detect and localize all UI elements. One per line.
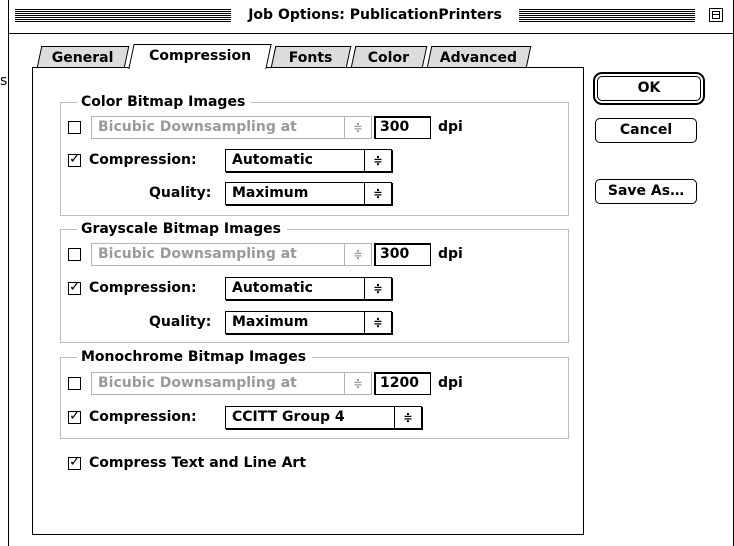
popup-arrows-icon: ≑ bbox=[364, 278, 391, 299]
popup-arrows-icon: ≑ bbox=[394, 407, 421, 428]
popup-arrows-icon: ≑ bbox=[364, 312, 391, 333]
popup-arrows-icon: ≑ bbox=[364, 183, 391, 204]
ok-button[interactable]: OK bbox=[597, 76, 701, 101]
grayscale-dpi-field[interactable]: 300 bbox=[374, 243, 431, 266]
grayscale-compression-value: Automatic bbox=[232, 280, 313, 296]
tab-color[interactable]: Color bbox=[350, 46, 428, 68]
zoom-box-icon[interactable] bbox=[709, 8, 723, 22]
cancel-button[interactable]: Cancel bbox=[595, 118, 697, 143]
tab-fonts[interactable]: Fonts bbox=[270, 46, 352, 68]
grayscale-compression-popup[interactable]: Automatic ≑ bbox=[225, 277, 392, 300]
grayscale-downsample-popup[interactable]: Bicubic Downsampling at ≑ bbox=[91, 243, 372, 266]
grayscale-compression-checkbox[interactable] bbox=[68, 279, 81, 295]
color-compression-popup[interactable]: Automatic ≑ bbox=[225, 149, 392, 172]
popup-arrows-icon: ≑ bbox=[364, 150, 391, 171]
grayscale-quality-popup[interactable]: Maximum ≑ bbox=[225, 311, 392, 334]
color-quality-popup[interactable]: Maximum ≑ bbox=[225, 182, 392, 205]
grayscale-group-title: Grayscale Bitmap Images bbox=[77, 220, 287, 238]
tab-advanced[interactable]: Advanced bbox=[426, 46, 532, 68]
mono-compression-value: CCITT Group 4 bbox=[232, 409, 345, 425]
mono-group-title: Monochrome Bitmap Images bbox=[77, 348, 313, 366]
tab-compression[interactable]: Compression bbox=[128, 44, 272, 69]
grayscale-dpi-unit: dpi bbox=[438, 246, 463, 262]
color-quality-value: Maximum bbox=[232, 185, 309, 201]
compress-text-checkbox[interactable] bbox=[68, 454, 81, 470]
mono-compression-checkbox[interactable] bbox=[68, 408, 81, 424]
mono-downsample-checkbox[interactable] bbox=[68, 377, 81, 390]
popup-arrows-icon: ≑ bbox=[344, 373, 371, 394]
color-dpi-unit: dpi bbox=[438, 119, 463, 135]
color-compression-label: Compression: bbox=[89, 152, 197, 168]
color-downsample-label: Bicubic Downsampling at bbox=[98, 119, 297, 135]
mono-downsample-label: Bicubic Downsampling at bbox=[98, 375, 297, 391]
grayscale-downsample-checkbox[interactable] bbox=[68, 248, 81, 261]
popup-arrows-icon: ≑ bbox=[344, 244, 371, 265]
mono-compression-label: Compression: bbox=[89, 409, 197, 425]
color-dpi-field[interactable]: 300 bbox=[374, 116, 431, 139]
title-bar[interactable]: Job Options: PublicationPrinters bbox=[9, 0, 733, 34]
color-quality-label: Quality: bbox=[149, 185, 212, 201]
mono-compression-popup[interactable]: CCITT Group 4 ≑ bbox=[225, 406, 422, 429]
color-downsample-checkbox[interactable] bbox=[68, 121, 81, 134]
mono-dpi-unit: dpi bbox=[438, 375, 463, 391]
mono-dpi-field[interactable]: 1200 bbox=[374, 372, 431, 395]
grayscale-quality-value: Maximum bbox=[232, 314, 309, 330]
window-title: Job Options: PublicationPrinters bbox=[231, 5, 519, 25]
color-downsample-popup[interactable]: Bicubic Downsampling at ≑ bbox=[91, 116, 372, 139]
mono-downsample-popup[interactable]: Bicubic Downsampling at ≑ bbox=[91, 372, 372, 395]
grayscale-quality-label: Quality: bbox=[149, 314, 212, 330]
compress-text-label[interactable]: Compress Text and Line Art bbox=[89, 454, 306, 472]
save-as-button[interactable]: Save As… bbox=[595, 179, 697, 204]
grayscale-downsample-label: Bicubic Downsampling at bbox=[98, 246, 297, 262]
color-compression-checkbox[interactable] bbox=[68, 151, 81, 167]
color-group-title: Color Bitmap Images bbox=[77, 93, 252, 111]
color-compression-value: Automatic bbox=[232, 152, 313, 168]
tab-general[interactable]: General bbox=[36, 46, 130, 68]
grayscale-compression-label: Compression: bbox=[89, 280, 197, 296]
job-options-dialog: Job Options: PublicationPrinters General… bbox=[8, 0, 734, 546]
popup-arrows-icon: ≑ bbox=[344, 117, 371, 138]
